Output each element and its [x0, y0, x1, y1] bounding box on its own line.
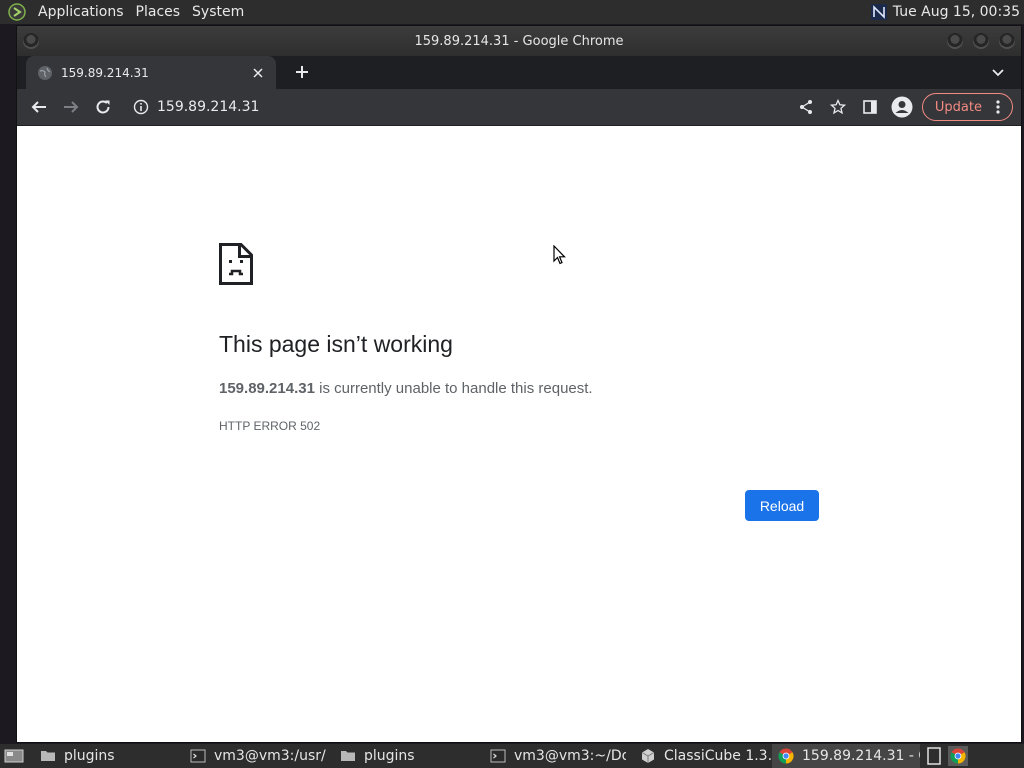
taskbar-item-plugins-2[interactable]: plugins — [326, 744, 476, 768]
taskbar: plugins vm3@vm3:/usr/s... plugins vm3@vm… — [0, 744, 1024, 768]
taskbar-item-label: 159.89.214.31 - G... — [802, 748, 920, 764]
chrome-icon — [778, 748, 794, 764]
browser-toolbar: 159.89.214.31 Update — [17, 89, 1021, 126]
update-label: Update — [934, 99, 982, 115]
reload-icon[interactable] — [89, 93, 117, 121]
reload-button[interactable]: Reload — [745, 490, 819, 521]
page-content: This page isn’t working 159.89.214.31 is… — [17, 127, 1021, 742]
site-info-icon[interactable] — [133, 99, 149, 115]
globe-icon — [37, 65, 53, 81]
update-button[interactable]: Update — [921, 93, 1013, 121]
back-icon[interactable] — [25, 93, 53, 121]
close-window-icon[interactable] — [999, 33, 1015, 49]
mouse-cursor-icon — [553, 244, 567, 265]
workspace-switcher-icon[interactable] — [924, 746, 944, 766]
cube-icon — [640, 748, 656, 764]
tab-active[interactable]: 159.89.214.31 — [26, 56, 276, 89]
show-desktop-icon[interactable] — [2, 745, 26, 767]
error-code: HTTP ERROR 502 — [219, 419, 321, 433]
terminal-icon — [190, 748, 206, 764]
folder-icon — [340, 748, 356, 764]
tab-title: 159.89.214.31 — [61, 65, 149, 80]
taskbar-item-classicube[interactable]: ClassiCube 1.3.5 — [626, 744, 772, 768]
error-title: This page isn’t working — [219, 331, 453, 357]
taskbar-item-label: vm3@vm3:~/Do... — [514, 748, 626, 764]
chrome-window: 159.89.214.31 - Google Chrome 159.89.214… — [16, 25, 1022, 743]
taskbar-item-label: ClassiCube 1.3.5 — [664, 748, 772, 764]
window-title: 159.89.214.31 - Google Chrome — [414, 33, 624, 49]
chrome-tray-icon[interactable] — [948, 746, 968, 766]
menu-dots-icon[interactable] — [990, 99, 1006, 115]
error-message: 159.89.214.31 is currently unable to han… — [219, 380, 593, 397]
taskbar-item-label: vm3@vm3:/usr/s... — [214, 748, 326, 764]
terminal-icon — [490, 748, 506, 764]
tab-strip: 159.89.214.31 — [17, 56, 1021, 89]
address-bar[interactable]: 159.89.214.31 — [127, 93, 767, 121]
folder-icon — [40, 748, 56, 764]
applications-menu[interactable]: Applications — [32, 0, 130, 24]
distro-logo-icon[interactable] — [8, 3, 26, 21]
bookmark-star-icon[interactable] — [824, 93, 852, 121]
share-icon[interactable] — [792, 93, 820, 121]
sad-page-icon — [219, 243, 253, 285]
taskbar-item-terminal-1[interactable]: vm3@vm3:/usr/s... — [176, 744, 326, 768]
close-tab-icon[interactable] — [248, 63, 268, 83]
error-host: 159.89.214.31 — [219, 380, 315, 397]
window-titlebar[interactable]: 159.89.214.31 - Google Chrome — [17, 26, 1021, 56]
forward-icon[interactable] — [57, 93, 85, 121]
taskbar-item-terminal-2[interactable]: vm3@vm3:~/Do... — [476, 744, 626, 768]
maximize-icon[interactable] — [973, 33, 989, 49]
taskbar-item-plugins-1[interactable]: plugins — [26, 744, 176, 768]
top-panel: Applications Places System Tue Aug 15, 0… — [0, 0, 1024, 24]
places-menu[interactable]: Places — [130, 0, 187, 24]
url-text[interactable]: 159.89.214.31 — [157, 99, 259, 115]
system-menu[interactable]: System — [186, 0, 250, 24]
clock[interactable]: Tue Aug 15, 00:35 — [893, 4, 1024, 20]
window-menu-icon[interactable] — [23, 33, 39, 49]
taskbar-item-label: plugins — [64, 748, 115, 764]
profile-avatar-icon[interactable] — [888, 93, 916, 121]
taskbar-item-chrome[interactable]: 159.89.214.31 - G... — [772, 744, 920, 768]
new-tab-icon[interactable] — [288, 58, 316, 86]
network-tray-icon[interactable] — [870, 4, 887, 20]
tab-search-chevron-icon[interactable] — [989, 64, 1007, 82]
taskbar-item-label: plugins — [364, 748, 415, 764]
side-panel-icon[interactable] — [856, 93, 884, 121]
error-message-text: is currently unable to handle this reque… — [314, 380, 593, 397]
minimize-icon[interactable] — [947, 33, 963, 49]
